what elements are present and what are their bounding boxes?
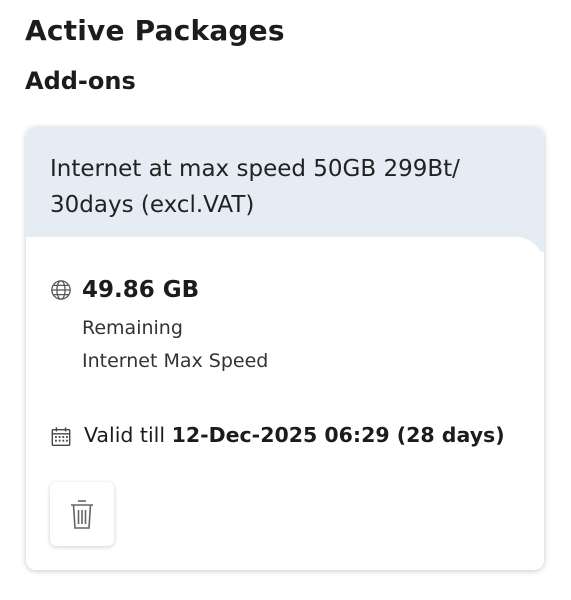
valid-till-date: 12-Dec-2025 06:29 (28 days): [171, 423, 505, 447]
package-card-body: 49.86 GB Remaining Internet Max Speed Va…: [26, 237, 544, 570]
remaining-label: Remaining: [82, 317, 183, 339]
package-name: Internet at max speed 50GB 299Bt/ 30days…: [50, 156, 460, 218]
data-remaining-value: 49.86 GB: [82, 277, 200, 303]
package-card: Internet at max speed 50GB 299Bt/ 30days…: [26, 127, 544, 570]
section-title-addons: Add-ons: [25, 67, 136, 95]
valid-till-label: Valid till: [84, 423, 166, 447]
globe-icon: [51, 280, 71, 300]
package-card-header: Internet at max speed 50GB 299Bt/ 30days…: [26, 127, 544, 252]
trash-icon: [71, 500, 93, 529]
calendar-icon: [51, 427, 71, 446]
active-packages-screen: Active Packages Add-ons Internet at max …: [0, 0, 571, 600]
validity-text: Valid till 12-Dec-2025 06:29 (28 days): [84, 423, 505, 447]
delete-package-button[interactable]: [50, 482, 114, 546]
speed-label: Internet Max Speed: [82, 350, 269, 372]
page-title: Active Packages: [25, 14, 285, 47]
